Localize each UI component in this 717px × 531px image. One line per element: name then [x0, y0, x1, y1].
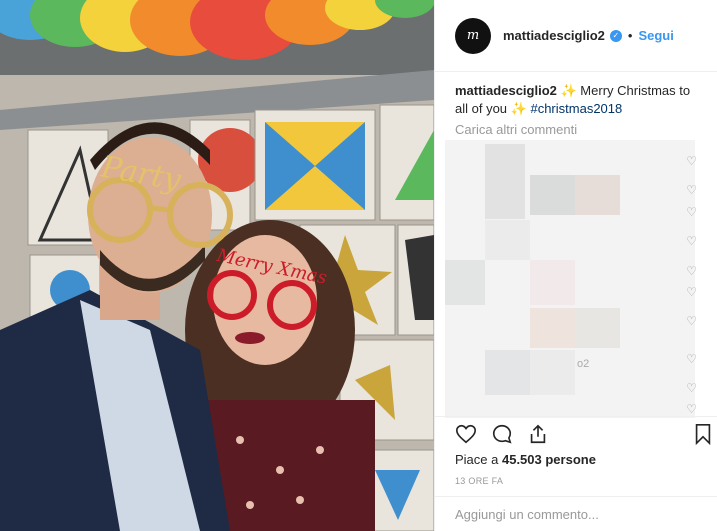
add-comment-bar — [435, 496, 717, 531]
comment-like-heart-icon[interactable]: ♡ — [686, 353, 697, 365]
post-caption: mattiadesciglio2 ✨ Merry Christmas to al… — [455, 82, 705, 118]
likes-suffix: persone — [541, 452, 596, 467]
blurred-comment-text: o2 — [577, 358, 590, 370]
post-side-panel: m mattiadesciglio2 ✓ • Segui mattiadesci… — [434, 0, 717, 531]
add-comment-input[interactable] — [455, 506, 695, 522]
blur-patch — [530, 175, 575, 215]
comment-like-heart-icon[interactable]: ♡ — [686, 286, 697, 298]
post-timestamp: 13 ORE FA — [455, 476, 504, 486]
post-photo[interactable]: Merry Xmas Party — [0, 0, 434, 531]
header-username[interactable]: mattiadesciglio2 — [503, 28, 605, 43]
sparkles-icon: ✨ — [560, 83, 577, 98]
comment-like-heart-icon[interactable]: ♡ — [686, 265, 697, 277]
likes-number: 45.503 — [501, 452, 542, 467]
blur-patch — [485, 220, 530, 260]
comment-like-heart-icon[interactable]: ♡ — [686, 382, 697, 394]
caption-hashtag[interactable]: #christmas2018 — [530, 101, 622, 116]
comment-like-heart-icon[interactable]: ♡ — [686, 235, 697, 247]
blur-patch — [445, 260, 485, 305]
comment-like-heart-icon[interactable]: ♡ — [686, 155, 697, 167]
post-actions-bar — [435, 416, 717, 450]
avatar-initial: m — [466, 28, 480, 43]
likes-count[interactable]: Piace a 45.503 persone — [455, 452, 596, 467]
blur-patch — [575, 308, 620, 348]
blur-patch — [530, 350, 575, 395]
follow-button[interactable]: Segui — [638, 28, 673, 43]
post-header: m mattiadesciglio2 ✓ • Segui — [435, 0, 717, 72]
blur-patch — [530, 260, 575, 305]
comment-like-heart-icon[interactable]: ♡ — [686, 206, 697, 218]
like-heart-icon[interactable] — [455, 423, 477, 445]
photo-illustration: Merry Xmas Party — [0, 0, 434, 531]
header-separator: • — [627, 28, 633, 43]
share-icon[interactable] — [527, 423, 549, 445]
bookmark-icon[interactable] — [693, 423, 713, 445]
comment-like-heart-icon[interactable]: ♡ — [686, 403, 697, 415]
comment-like-heart-icon[interactable]: ♡ — [686, 315, 697, 327]
blur-patch — [530, 308, 575, 348]
comment-icon[interactable] — [491, 423, 513, 445]
comments-list-blurred: o2 — [445, 140, 695, 418]
caption-username[interactable]: mattiadesciglio2 — [455, 83, 557, 98]
avatar[interactable]: m — [455, 17, 491, 54]
load-more-comments-link[interactable]: Carica altri commenti — [455, 122, 577, 137]
comment-like-heart-icon[interactable]: ♡ — [686, 184, 697, 196]
blur-patch — [575, 175, 620, 215]
likes-prefix: Piace a — [455, 452, 502, 467]
blur-patch — [485, 144, 525, 219]
sparkles-icon: ✨ — [510, 101, 527, 116]
blur-patch — [485, 350, 530, 395]
verified-badge-icon: ✓ — [609, 29, 622, 42]
